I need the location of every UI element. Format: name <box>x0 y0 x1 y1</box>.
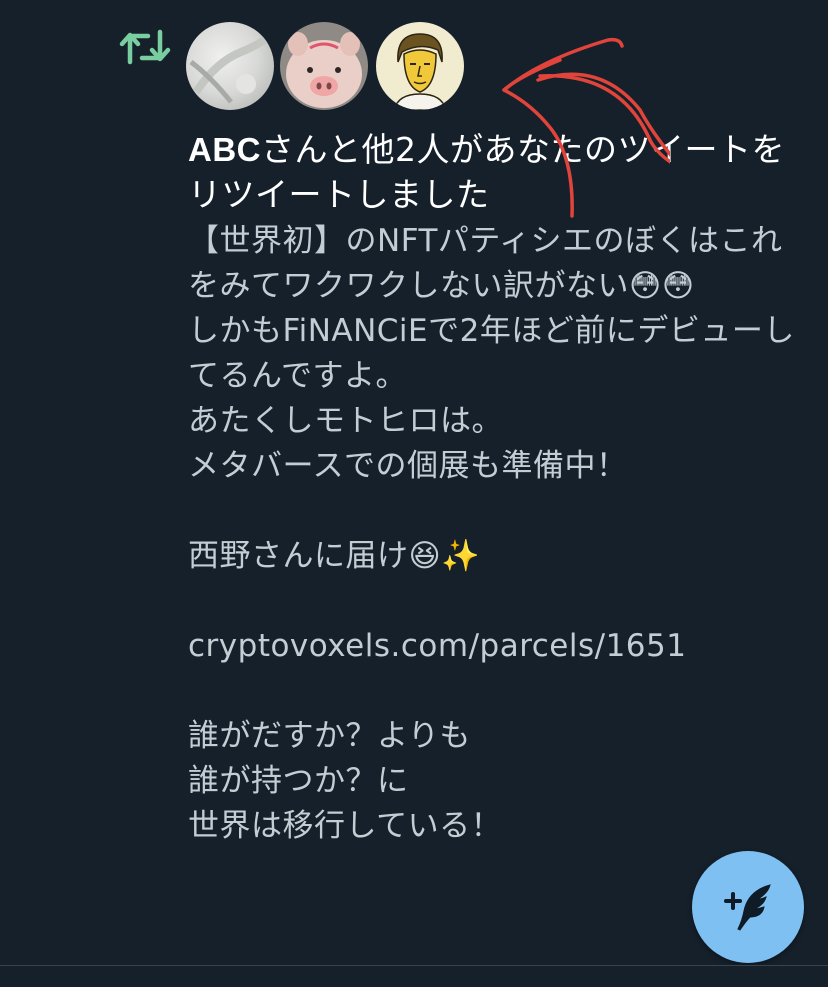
tweet-text: 【世界初】のNFTパティシエのぼくはこれをみてワクワクしない訳がない😳😳 しかも… <box>188 223 795 844</box>
retweet-icon <box>118 26 172 68</box>
avatar[interactable] <box>186 22 274 110</box>
notification-headline: ABCさんと他2人があなたのツイートをリツイートしました <box>188 127 798 217</box>
avatar[interactable] <box>376 22 464 110</box>
retweet-notification[interactable]: ABCさんと他2人があなたのツイートをリツイートしました 【世界初】のNFTパテ… <box>0 0 828 965</box>
compose-tweet-icon <box>724 884 771 931</box>
avatar[interactable] <box>280 22 368 110</box>
compose-tweet-button[interactable] <box>692 851 804 963</box>
next-item-area <box>0 966 828 987</box>
retweeter-name[interactable]: ABC <box>188 131 261 168</box>
headline-text: さんと他2人があなたのツイートをリツイートしました <box>188 130 785 214</box>
